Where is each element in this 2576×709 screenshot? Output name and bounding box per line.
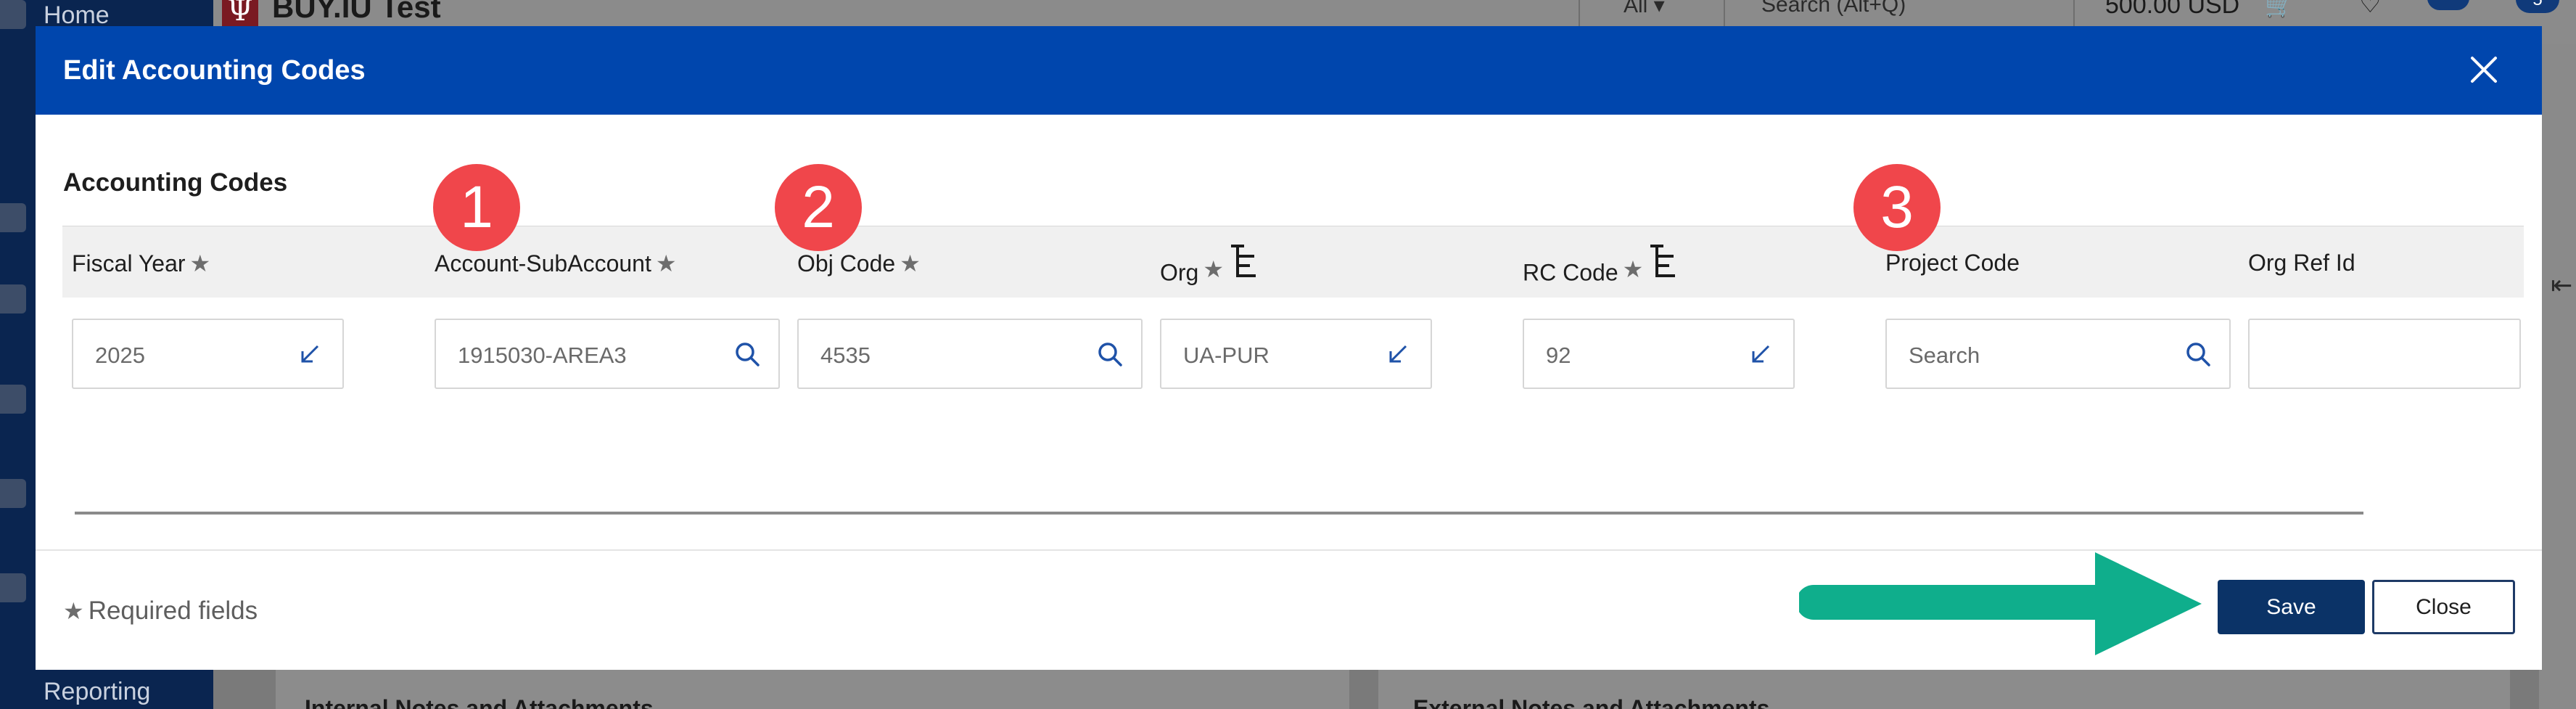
step-badge-2: 2	[775, 164, 862, 251]
required-star-icon: ★	[1203, 256, 1225, 283]
sidebar-item-reporting[interactable]: Reporting	[44, 678, 150, 706]
required-star-icon: ★	[900, 250, 921, 276]
internal-notes-title: Internal Notes and Attachments	[305, 695, 654, 709]
search-icon[interactable]	[733, 340, 761, 368]
horizontal-scrollbar[interactable]	[75, 512, 2363, 515]
topbar-divider	[1579, 0, 1580, 29]
org-value: UA-PUR	[1183, 343, 1270, 368]
hierarchy-icon[interactable]	[1647, 244, 1676, 284]
arrow-down-left-icon[interactable]	[1384, 340, 1412, 368]
search-scope-select[interactable]: All ▾	[1624, 0, 1665, 18]
save-button[interactable]: Save	[2218, 580, 2365, 634]
external-notes-title: External Notes and Attachments	[1413, 695, 1770, 709]
cart-amount[interactable]: 500.00 USD	[2105, 0, 2239, 20]
topbar-divider	[1724, 0, 1725, 29]
step-badge-3: 3	[1853, 164, 1941, 251]
cart-icon[interactable]: 🛒	[2265, 0, 2294, 19]
obj-code-field[interactable]: 4535	[797, 319, 1143, 389]
column-label-obj-code: Obj Code ★	[797, 250, 921, 276]
column-label-project-code: Project Code	[1885, 250, 2020, 276]
people-icon	[0, 479, 26, 508]
search-icon[interactable]	[1096, 340, 1124, 368]
column-label-org: Org ★	[1160, 244, 1257, 286]
required-star-icon: ★	[189, 250, 211, 276]
brand-title: BUY.IU Test	[272, 0, 441, 24]
hierarchy-icon[interactable]	[1228, 244, 1257, 284]
required-star-icon: ★	[63, 598, 84, 624]
column-label-rc-code: RC Code ★	[1523, 244, 1676, 286]
org-field[interactable]: UA-PUR	[1160, 319, 1432, 389]
arrow-down-left-icon[interactable]	[1747, 340, 1774, 368]
account-subaccount-value: 1915030-AREA3	[458, 343, 627, 368]
close-icon[interactable]	[2469, 55, 2498, 84]
home-icon	[0, 0, 26, 29]
obj-code-value: 4535	[820, 343, 871, 368]
modal-header: Edit Accounting Codes	[36, 26, 2542, 115]
section-title: Accounting Codes	[63, 168, 288, 197]
modal-title: Edit Accounting Codes	[63, 55, 366, 86]
project-code-placeholder: Search	[1909, 343, 1980, 368]
collapse-panel-icon[interactable]: ⇤	[2551, 270, 2572, 300]
required-fields-note: ★ Required fields	[63, 597, 258, 625]
rc-code-value: 92	[1546, 343, 1571, 368]
topbar-divider	[2073, 0, 2075, 29]
magnifier-icon	[0, 573, 26, 602]
account-subaccount-field[interactable]: 1915030-AREA3	[435, 319, 780, 389]
background-right-panel	[2539, 44, 2576, 709]
project-code-field[interactable]: Search	[1885, 319, 2231, 389]
global-search-input[interactable]: Search (Alt+Q)	[1761, 0, 1906, 17]
clock-icon	[0, 203, 26, 232]
column-label-account-subaccount: Account-SubAccount ★	[435, 250, 677, 276]
column-label-fiscal-year: Fiscal Year ★	[72, 250, 211, 276]
heart-icon[interactable]: ♡	[2359, 0, 2381, 19]
close-button[interactable]: Close	[2372, 580, 2515, 634]
fiscal-year-value: 2025	[95, 343, 145, 368]
step-badge-1: 1	[433, 164, 520, 251]
arrow-down-left-icon[interactable]	[296, 340, 324, 368]
arrow-pointer-icon	[1796, 548, 2205, 657]
search-icon[interactable]	[2184, 340, 2212, 368]
rc-code-field[interactable]: 92	[1523, 319, 1795, 389]
column-header-row	[62, 226, 2524, 298]
required-star-icon: ★	[655, 250, 677, 276]
org-ref-id-field[interactable]	[2248, 319, 2521, 389]
fiscal-year-field[interactable]: 2025	[72, 319, 344, 389]
column-label-org-ref-id: Org Ref Id	[2248, 250, 2355, 276]
gear-icon	[0, 284, 26, 313]
bank-icon	[0, 385, 26, 414]
required-star-icon: ★	[1622, 256, 1644, 283]
